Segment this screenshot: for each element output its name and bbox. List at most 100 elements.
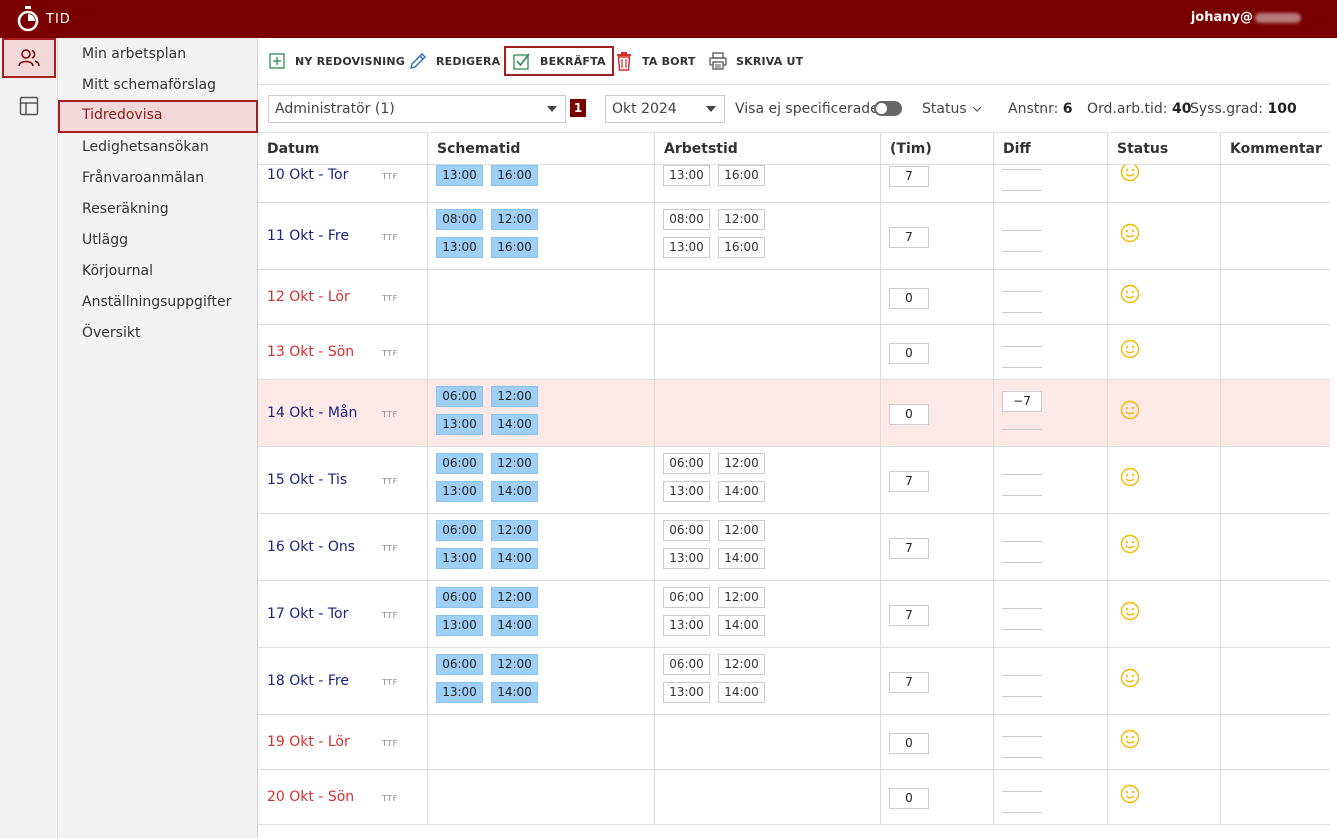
work-time-input[interactable]: 16:00: [718, 165, 765, 186]
month-select[interactable]: Okt 2024: [605, 95, 725, 123]
work-time-input[interactable]: 13:00: [663, 237, 710, 258]
hours-input[interactable]: 0: [889, 287, 929, 309]
sidebar-item-anstallningsuppgifter[interactable]: Anställningsuppgifter: [58, 287, 258, 318]
table-row[interactable]: 19 Okt - Lör TTF 0: [258, 715, 1330, 770]
row-date[interactable]: 18 Okt - Fre: [267, 673, 349, 689]
table-row[interactable]: 13 Okt - Sön TTF 0: [258, 325, 1330, 380]
col-header-schedule[interactable]: Schematid: [428, 133, 655, 165]
col-header-status[interactable]: Status: [1108, 133, 1221, 165]
hours-input[interactable]: 7: [889, 470, 929, 492]
hours-input[interactable]: 7: [889, 165, 929, 187]
row-date[interactable]: 12 Okt - Lör: [267, 289, 350, 305]
sidebar-item-tidredovisa[interactable]: Tidredovisa: [58, 100, 258, 133]
table-row[interactable]: 16 Okt - Ons TTF 06:00 12:00 13:00 14:00 06:00…: [258, 514, 1330, 581]
row-date[interactable]: 10 Okt - Tor: [267, 167, 348, 183]
work-time-input[interactable]: 06:00: [663, 587, 710, 608]
sidebar-item-reserakning[interactable]: Reseräkning: [58, 194, 258, 225]
comment-cell[interactable]: [1221, 380, 1330, 446]
sidebar-item-utlagg[interactable]: Utlägg: [58, 225, 258, 256]
work-time-input[interactable]: 13:00: [663, 615, 710, 636]
delete-button[interactable]: TA BORT: [614, 46, 696, 76]
table-row[interactable]: 12 Okt - Lör TTF 0: [258, 270, 1330, 325]
work-time-input[interactable]: 12:00: [718, 520, 765, 541]
row-date[interactable]: 19 Okt - Lör: [267, 734, 350, 750]
comment-cell[interactable]: [1221, 447, 1330, 513]
work-time-input[interactable]: 06:00: [663, 520, 710, 541]
work-time-input[interactable]: 06:00: [663, 453, 710, 474]
hours-input[interactable]: 0: [889, 787, 929, 809]
work-time-input[interactable]: 14:00: [718, 682, 765, 703]
work-time-input[interactable]: 13:00: [663, 548, 710, 569]
print-button[interactable]: SKRIVA UT: [708, 46, 803, 76]
comment-cell[interactable]: [1221, 770, 1330, 824]
status-filter[interactable]: Status: [922, 101, 982, 117]
row-date[interactable]: 20 Okt - Sön: [267, 789, 354, 805]
comment-cell[interactable]: [1221, 325, 1330, 379]
table-row[interactable]: 11 Okt - Fre TTF 08:00 12:00 13:00 16:00 08:00…: [258, 203, 1330, 270]
rail-layout-button[interactable]: [2, 86, 56, 126]
work-time-input[interactable]: 13:00: [663, 165, 710, 186]
comment-cell[interactable]: [1221, 270, 1330, 324]
work-time-input[interactable]: 14:00: [718, 615, 765, 636]
comment-cell[interactable]: [1221, 581, 1330, 647]
hours-input[interactable]: 0: [889, 403, 929, 425]
diff-line: [1002, 628, 1042, 630]
confirm-button[interactable]: BEKRÄFTA: [504, 46, 614, 76]
row-date[interactable]: 16 Okt - Ons: [267, 539, 355, 555]
comment-cell[interactable]: [1221, 165, 1330, 202]
col-header-work[interactable]: Arbetstid: [655, 133, 881, 165]
work-time-input[interactable]: 13:00: [663, 682, 710, 703]
hours-input[interactable]: 0: [889, 732, 929, 754]
work-time-input[interactable]: 16:00: [718, 237, 765, 258]
row-date[interactable]: 17 Okt - Tor: [267, 606, 348, 622]
row-date[interactable]: 11 Okt - Fre: [267, 228, 349, 244]
comment-cell[interactable]: [1221, 514, 1330, 580]
table-row[interactable]: 10 Okt - Tor TTF 13:00 16:00 13:00 16:00 7: [258, 165, 1330, 203]
work-time-input[interactable]: 08:00: [663, 209, 710, 230]
row-date[interactable]: 13 Okt - Sön: [267, 344, 354, 360]
toggle-knob: [876, 103, 887, 114]
new-report-button[interactable]: NY REDOVISNING: [267, 46, 405, 76]
comment-cell[interactable]: [1221, 715, 1330, 769]
work-time-input[interactable]: 12:00: [718, 209, 765, 230]
work-time-input[interactable]: 06:00: [663, 654, 710, 675]
hours-input[interactable]: 7: [889, 671, 929, 693]
role-select[interactable]: Administratör (1): [268, 95, 566, 123]
sidebar-item-oversikt[interactable]: Översikt: [58, 318, 258, 349]
sidebar-item-min-arbetsplan[interactable]: Min arbetsplan: [58, 39, 258, 70]
hours-input[interactable]: 0: [889, 342, 929, 364]
edit-button[interactable]: REDIGERA: [408, 46, 500, 76]
work-time-input[interactable]: 12:00: [718, 654, 765, 675]
unspecified-toggle[interactable]: [874, 101, 902, 116]
hours-input[interactable]: 7: [889, 537, 929, 559]
sidebar-item-ledighetsansokan[interactable]: Ledighetsansökan: [58, 132, 258, 163]
row-date[interactable]: 14 Okt - Mån: [267, 405, 357, 421]
comment-cell[interactable]: [1221, 648, 1330, 714]
sidebar-item-franvaroanmalan[interactable]: Frånvaroanmälan: [58, 163, 258, 194]
rail-people-button[interactable]: [2, 38, 56, 78]
diff-line: [1002, 756, 1042, 758]
work-time-input[interactable]: 14:00: [718, 548, 765, 569]
comment-cell[interactable]: [1221, 203, 1330, 269]
col-header-comment[interactable]: Kommentar: [1221, 133, 1330, 165]
hours-input[interactable]: 7: [889, 226, 929, 248]
work-time-input[interactable]: 14:00: [718, 481, 765, 502]
col-header-date[interactable]: Datum: [258, 133, 428, 165]
table-row[interactable]: 17 Okt - Tor TTF 06:00 12:00 13:00 14:00 06:00…: [258, 581, 1330, 648]
work-time-input[interactable]: 12:00: [718, 587, 765, 608]
table-row[interactable]: 14 Okt - Mån TTF 06:00 12:00 13:00 14:00 0 −7: [258, 380, 1330, 447]
sidebar-item-mitt-schemaforslag[interactable]: Mitt schemaförslag: [58, 70, 258, 101]
sidebar-item-korjournal[interactable]: Körjournal: [58, 256, 258, 287]
work-time-input[interactable]: 12:00: [718, 453, 765, 474]
hours-input[interactable]: 7: [889, 604, 929, 626]
col-header-diff[interactable]: Diff: [994, 133, 1108, 165]
user-menu[interactable]: johany@: [1191, 10, 1301, 25]
app-logo[interactable]: TID: [16, 5, 71, 33]
work-time-input[interactable]: 13:00: [663, 481, 710, 502]
table-row[interactable]: 20 Okt - Sön TTF 0: [258, 770, 1330, 825]
row-date[interactable]: 15 Okt - Tis: [267, 472, 347, 488]
table-row[interactable]: 18 Okt - Fre TTF 06:00 12:00 13:00 14:00 06:00…: [258, 648, 1330, 715]
table-row[interactable]: 15 Okt - Tis TTF 06:00 12:00 13:00 14:00 06:00…: [258, 447, 1330, 514]
col-header-hours[interactable]: (Tim): [881, 133, 994, 165]
printer-icon: [708, 51, 728, 71]
